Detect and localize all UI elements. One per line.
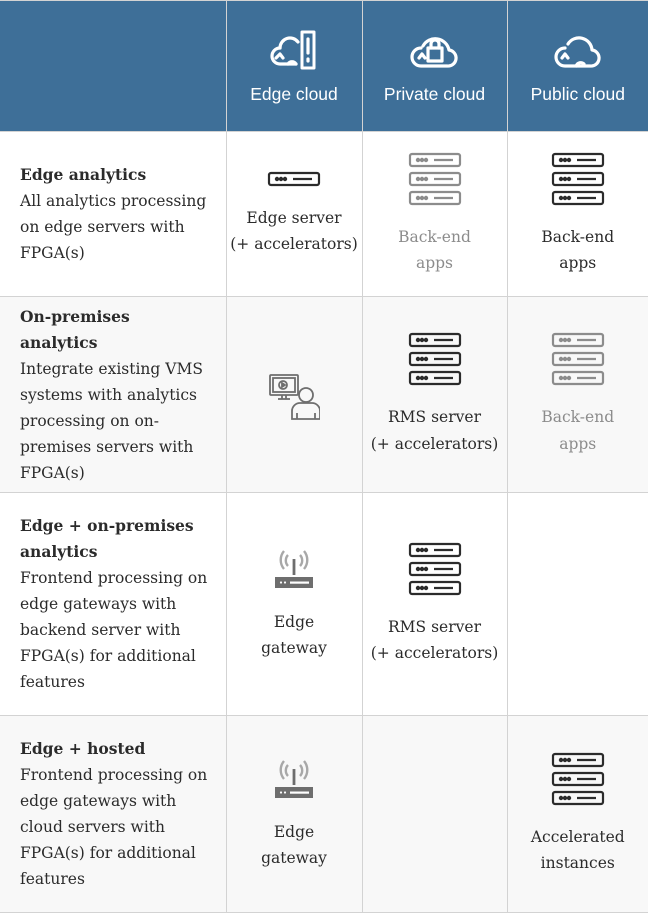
header-private-cloud: Private cloud — [361, 0, 508, 132]
row-text: Frontend processing on edge gateways wit… — [20, 766, 208, 888]
row-title: On-premises analytics — [20, 306, 130, 352]
edge-gateway-icon — [275, 759, 313, 798]
public-cloud-icon — [554, 35, 601, 68]
row-title: Edge + on-premises analytics — [20, 516, 194, 561]
vms-operator-icon — [269, 373, 320, 420]
cell-edge-cloud — [225, 296, 363, 493]
cell-label: RMS server (+ accelerators) — [370, 617, 499, 663]
edge-cloud-icon — [270, 30, 316, 69]
private-cloud-lock-icon — [409, 36, 458, 68]
cell-public-cloud: Accelerated instances — [506, 715, 648, 913]
deployment-comparison-table: Edge cloud Private cloud Public cloud Ed… — [0, 0, 648, 913]
cell-edge-cloud: Edge gateway — [225, 492, 363, 716]
cell-label: RMS server (+ accelerators) — [370, 408, 499, 453]
single-server-icon — [267, 171, 321, 186]
cell-public-cloud-empty — [506, 492, 648, 716]
cell-edge-cloud: Edge server (+ accelerators) — [225, 131, 363, 297]
header-label: Public cloud — [530, 83, 625, 104]
server-stack-icon — [408, 152, 461, 205]
header-corner-cell — [0, 0, 227, 132]
cell-label: Edge gateway — [261, 612, 327, 658]
server-stack-icon — [551, 752, 604, 805]
cell-private-cloud: Back-end apps — [361, 131, 508, 297]
cell-public-cloud: Back-end apps — [506, 296, 648, 493]
row-title: Edge analytics — [20, 165, 147, 184]
edge-gateway-icon — [275, 549, 313, 588]
cell-label: Edge gateway — [261, 822, 327, 868]
table-row: Edge analytics All analytics processing … — [0, 131, 648, 297]
server-stack-icon — [551, 332, 604, 386]
cell-label: Edge server (+ accelerators) — [230, 208, 358, 254]
header-row: Edge cloud Private cloud Public cloud — [0, 0, 648, 132]
row-title: Edge + hosted — [20, 739, 146, 758]
row-text: Integrate existing VMS systems with anal… — [20, 359, 203, 482]
server-stack-icon — [551, 152, 604, 205]
cell-label: Back-end apps — [541, 227, 615, 273]
row-description: On-premises analytics Integrate existing… — [0, 296, 227, 493]
server-stack-icon — [408, 542, 461, 595]
table-row: Edge + hosted Frontend processing on edg… — [0, 715, 648, 913]
server-stack-icon — [408, 332, 461, 386]
row-description: Edge analytics All analytics processing … — [0, 131, 227, 297]
cell-label: Accelerated instances — [530, 827, 625, 873]
cell-private-cloud: RMS server (+ accelerators) — [361, 296, 508, 493]
cell-edge-cloud: Edge gateway — [225, 715, 363, 913]
cell-private-cloud-empty — [361, 715, 508, 913]
header-edge-cloud: Edge cloud — [225, 0, 363, 132]
cell-public-cloud: Back-end apps — [506, 131, 648, 297]
row-text: Frontend processing on edge gateways wit… — [20, 569, 208, 691]
row-description: Edge + hosted Frontend processing on edg… — [0, 715, 227, 913]
header-label: Edge cloud — [250, 83, 338, 104]
cell-label: Back-end apps — [541, 408, 615, 453]
cell-private-cloud: RMS server (+ accelerators) — [361, 492, 508, 716]
table-row: Edge + on-premises analytics Frontend pr… — [0, 492, 648, 716]
row-description: Edge + on-premises analytics Frontend pr… — [0, 492, 227, 716]
header-public-cloud: Public cloud — [506, 0, 648, 132]
cell-label: Back-end apps — [398, 227, 471, 273]
table-row: On-premises analytics Integrate existing… — [0, 296, 648, 493]
row-text: All analytics processing on edge servers… — [20, 192, 207, 262]
header-label: Private cloud — [383, 83, 486, 104]
